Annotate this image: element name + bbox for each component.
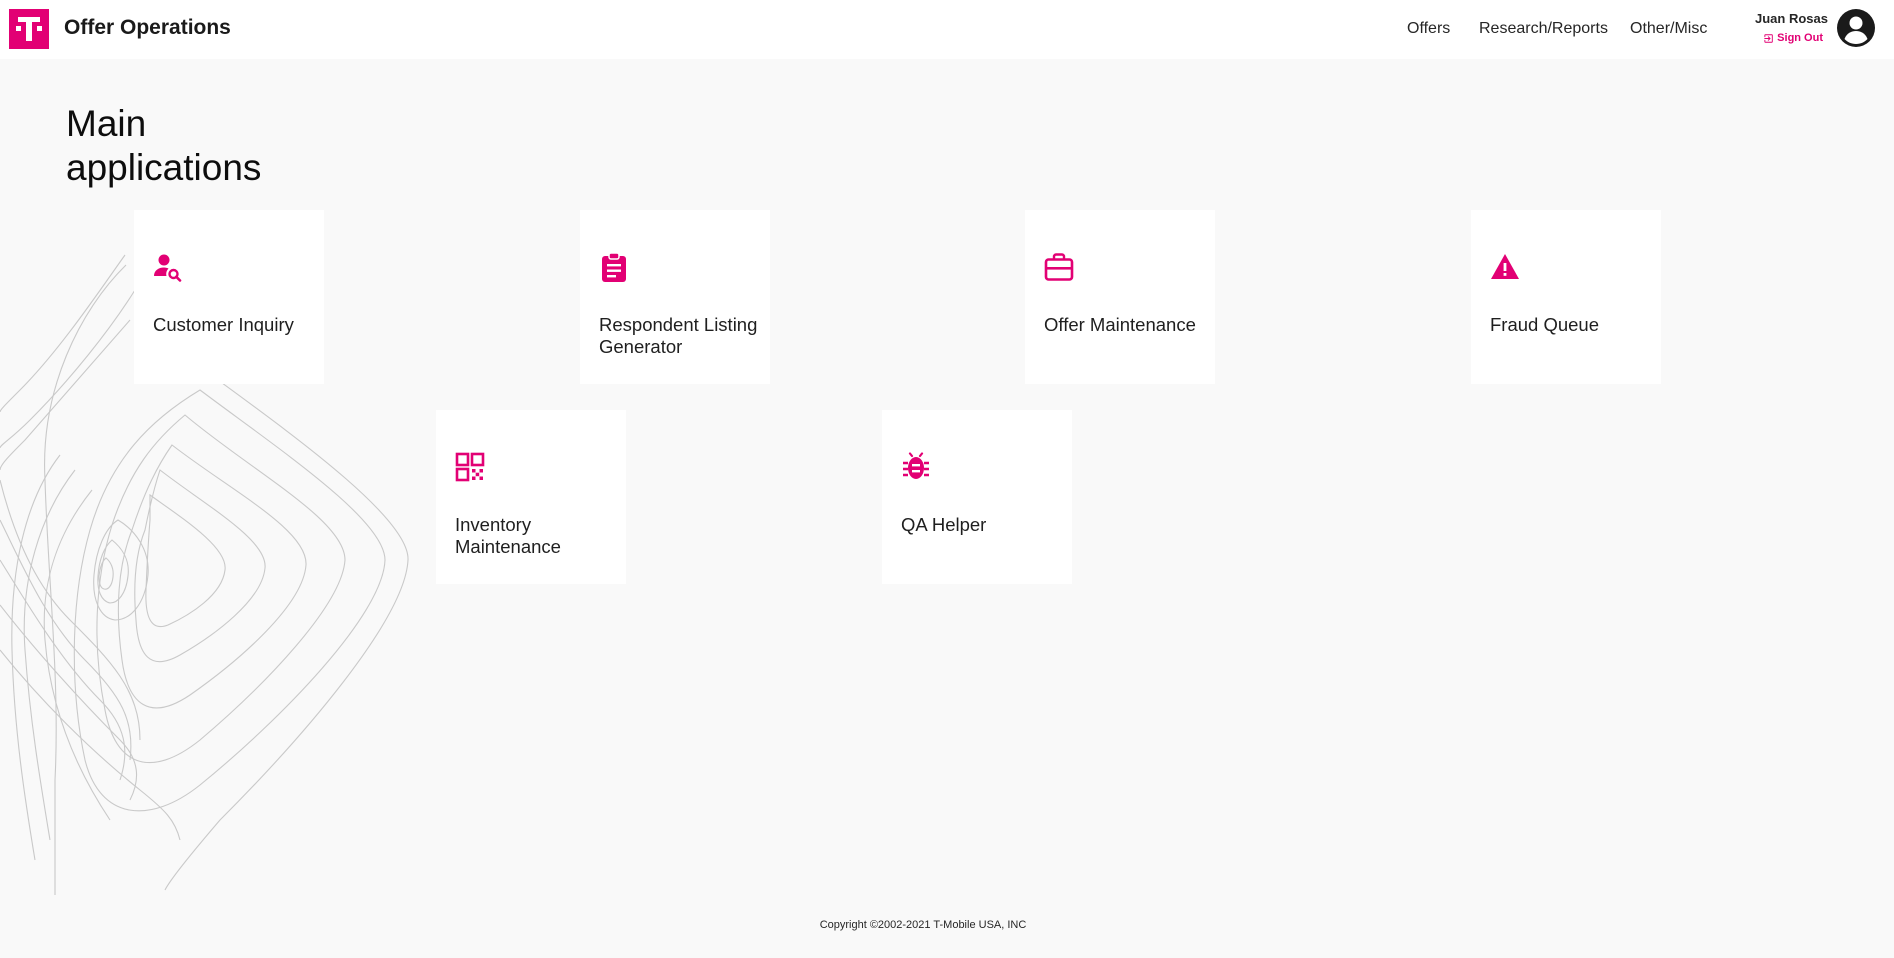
app-card-respondent-listing-generator[interactable]: Respondent Listing Generator <box>580 210 770 384</box>
sign-out-link[interactable]: Sign Out <box>1763 30 1823 46</box>
top-bar: Offer Operations Offers Research/Reports… <box>0 0 1894 59</box>
nav-other-misc[interactable]: Other/Misc <box>1630 20 1707 38</box>
app-card-label: Fraud Queue <box>1490 314 1600 335</box>
t-logo-icon <box>9 9 49 49</box>
bug-icon <box>901 452 931 482</box>
sign-out-label: Sign Out <box>1777 32 1823 44</box>
app-card-label: Respondent Listing Generator <box>599 314 758 357</box>
app-card-fraud-queue[interactable]: Fraud Queue <box>1471 210 1661 384</box>
nav-research-reports[interactable]: Research/Reports <box>1479 20 1608 38</box>
page-title-line-1: Main <box>66 103 147 144</box>
app-card-qa-helper[interactable]: QA Helper <box>882 410 1072 584</box>
page-title: Main applications <box>66 102 326 190</box>
footer-copyright: Copyright ©2002-2021 T-Mobile USA, INC <box>819 919 1027 931</box>
user-name: Juan Rosas <box>1755 11 1828 26</box>
app-card-label: Customer Inquiry <box>153 314 294 335</box>
t-mobile-logo[interactable] <box>9 9 49 49</box>
app-card-label: Offer Maintenance <box>1044 314 1196 335</box>
app-card-offer-maintenance[interactable]: Offer Maintenance <box>1025 210 1215 384</box>
app-card-label: Inventory Maintenance <box>455 514 561 557</box>
app-card-inventory-maintenance[interactable]: Inventory Maintenance <box>436 410 626 584</box>
qr-code-icon <box>455 452 485 482</box>
nav-offers[interactable]: Offers <box>1407 20 1450 38</box>
clipboard-icon <box>599 252 629 282</box>
warning-icon <box>1490 252 1520 282</box>
app-card-label: QA Helper <box>901 514 987 535</box>
person-search-icon <box>153 252 183 282</box>
app-card-customer-inquiry[interactable]: Customer Inquiry <box>134 210 324 384</box>
sign-out-icon <box>1764 33 1773 43</box>
page-title-line-2: applications <box>66 147 262 188</box>
app-title: Offer Operations <box>64 16 231 39</box>
briefcase-icon <box>1044 252 1074 282</box>
account-avatar-icon[interactable] <box>1836 8 1876 48</box>
